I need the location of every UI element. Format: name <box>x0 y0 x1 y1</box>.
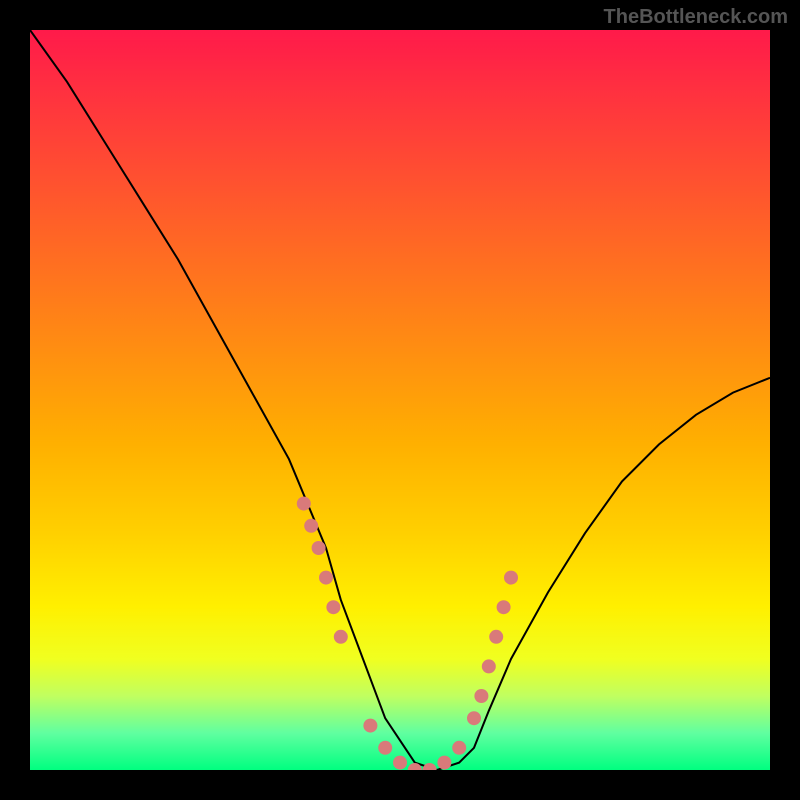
marker-dot <box>297 497 311 511</box>
marker-dot <box>474 689 488 703</box>
marker-dot <box>393 756 407 770</box>
marker-dot <box>452 741 466 755</box>
curve-markers <box>297 497 518 770</box>
marker-dot <box>467 711 481 725</box>
watermark-text: TheBottleneck.com <box>604 6 788 29</box>
marker-dot <box>304 519 318 533</box>
chart-svg <box>30 30 770 770</box>
curve-line <box>30 30 770 770</box>
marker-dot <box>504 571 518 585</box>
marker-dot <box>363 719 377 733</box>
plot-area <box>30 30 770 770</box>
marker-dot <box>423 763 437 770</box>
marker-dot <box>326 600 340 614</box>
marker-dot <box>482 659 496 673</box>
marker-dot <box>319 571 333 585</box>
marker-dot <box>334 630 348 644</box>
marker-dot <box>437 756 451 770</box>
marker-dot <box>497 600 511 614</box>
marker-dot <box>312 541 326 555</box>
marker-dot <box>489 630 503 644</box>
marker-dot <box>378 741 392 755</box>
